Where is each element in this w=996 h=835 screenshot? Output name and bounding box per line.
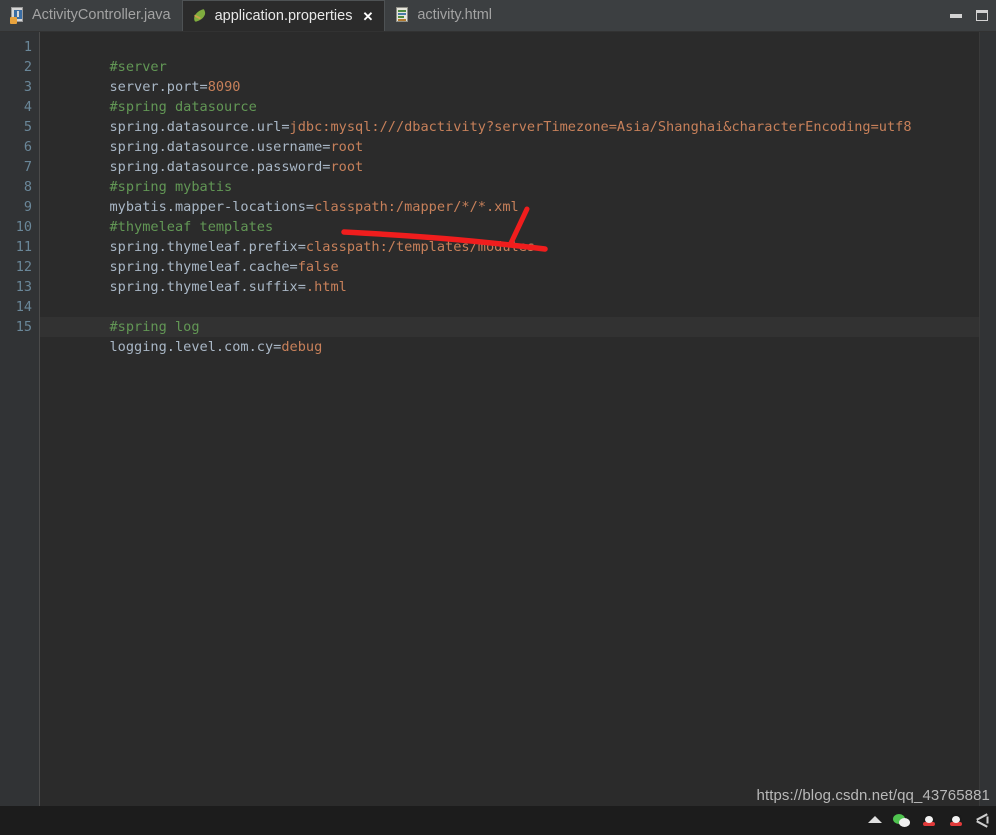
line-number: 6 [23,139,32,155]
line-number: 4 [23,99,32,115]
line-number: 10 [15,219,32,235]
line-number: 1 [23,39,32,55]
watermark-url: https://blog.csdn.net/qq_43765881 [756,787,990,804]
windows-taskbar [0,806,996,835]
chevron-up-icon[interactable] [866,812,884,830]
wechat-icon[interactable] [893,812,911,830]
equals-token: = [297,239,306,255]
property-value: .html [305,279,347,295]
property-value: root [330,159,364,175]
line-number: 9 [23,199,32,215]
tab-label: application.properties [214,7,353,24]
property-value: false [297,259,339,275]
equals-token: = [297,279,306,295]
line-number: 5 [23,119,32,135]
property-key: spring.thymeleaf.suffix [109,279,298,295]
spring-leaf-icon [191,8,208,25]
property-key: logging.level.com.cy [109,339,274,355]
tab-activity-controller-java[interactable]: ActivityController.java [0,0,182,31]
tab-label: ActivityController.java [32,7,171,24]
qq-penguin-icon[interactable] [947,812,965,830]
window-controls [950,0,988,31]
property-value: 8090 [207,79,241,95]
property-key: spring.thymeleaf.cache [109,259,290,275]
line-number: 3 [23,79,32,95]
code-line[interactable]: #server [40,37,996,75]
ide-window: ActivityController.java application.prop… [0,0,996,806]
minimize-window-icon[interactable] [950,13,962,18]
equals-token: = [199,79,208,95]
property-value: classpath:/mapper/*/*.xml [314,199,519,215]
comment-token: #spring mybatis [109,179,233,195]
property-value: debug [281,339,323,355]
editor-tab-bar: ActivityController.java application.prop… [0,0,996,32]
qq-penguin-icon[interactable] [920,812,938,830]
property-key: spring.datasource.username [109,139,323,155]
html-file-icon [395,7,410,24]
property-key: spring.datasource.url [109,119,282,135]
property-key: spring.thymeleaf.prefix [109,239,298,255]
line-number: 13 [15,279,32,295]
system-tray [866,806,992,835]
code-line[interactable]: #spring log [40,297,996,335]
property-value: classpath:/templates/modules [305,239,536,255]
property-value: jdbc:mysql:///dbactivity?serverTimezone=… [289,119,912,135]
comment-token: #server [109,59,167,75]
java-class-file-icon [10,7,25,24]
line-number: 11 [15,239,32,255]
code-line[interactable]: server.port=8090 [40,57,996,95]
line-number: 8 [23,179,32,195]
code-editor[interactable]: 1 2 3 4 5 6 7 8 9 10 11 12 13 14 15 #ser… [0,32,996,806]
line-number: 7 [23,159,32,175]
property-key: spring.datasource.password [109,159,323,175]
equals-token: = [305,199,315,215]
maximize-window-icon[interactable] [976,10,988,21]
line-number: 14 [15,299,32,315]
code-text-area[interactable]: #server server.port=8090 #spring datasou… [40,32,996,806]
comment-token: #spring log [109,319,200,335]
line-number: 12 [15,259,32,275]
property-value: root [330,139,364,155]
property-key: server.port [109,79,200,95]
line-number: 2 [23,59,32,75]
generic-tray-icon[interactable] [974,812,992,830]
tab-application-properties[interactable]: application.properties ✕ [181,0,386,31]
tab-close-icon[interactable]: ✕ [362,10,373,23]
tab-label: activity.html [417,7,493,24]
equals-token: = [281,119,290,135]
comment-token: #thymeleaf templates [109,219,274,235]
tab-activity-html[interactable]: activity.html [385,0,504,31]
line-number: 15 [15,319,32,335]
editor-scrollbar[interactable] [979,32,996,806]
comment-token: #spring datasource [109,99,257,115]
property-key: mybatis.mapper-locations [109,199,306,215]
equals-token: = [289,259,298,275]
line-number-gutter: 1 2 3 4 5 6 7 8 9 10 11 12 13 14 15 [0,32,40,806]
